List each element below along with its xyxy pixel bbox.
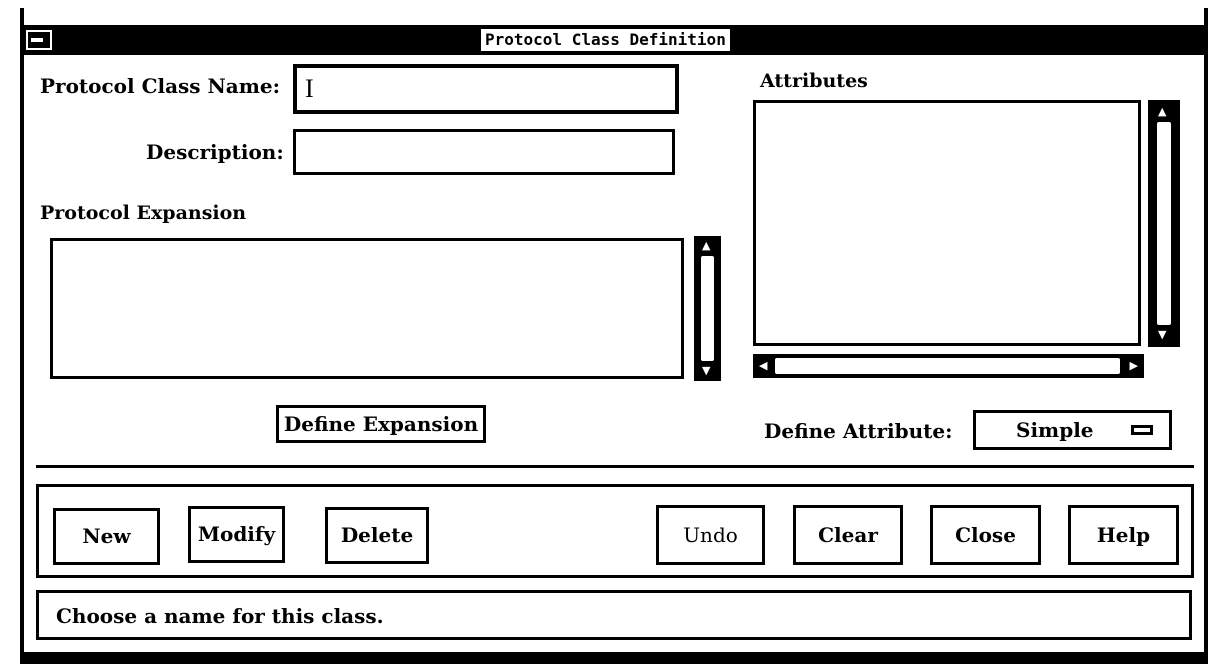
protocol-expansion-heading: Protocol Expansion bbox=[40, 202, 247, 224]
protocol-expansion-list[interactable] bbox=[50, 238, 684, 379]
attributes-vertical-scrollbar[interactable]: ▲ ▼ bbox=[1148, 100, 1180, 347]
modify-button[interactable]: Modify bbox=[188, 506, 285, 563]
protocol-class-name-label: Protocol Class Name: bbox=[40, 74, 281, 98]
attributes-horizontal-scrollbar[interactable]: ◀ ▶ bbox=[753, 354, 1144, 378]
scrollbar-trough[interactable] bbox=[775, 358, 1120, 374]
description-input[interactable] bbox=[293, 129, 675, 175]
new-button[interactable]: New bbox=[53, 508, 160, 565]
option-menu-icon bbox=[1131, 425, 1153, 435]
divider bbox=[36, 465, 1194, 468]
arrow-up-icon[interactable]: ▲ bbox=[702, 240, 710, 252]
define-attribute-option-menu[interactable]: Simple bbox=[973, 410, 1172, 450]
delete-button[interactable]: Delete bbox=[325, 507, 429, 564]
scrollbar-trough[interactable] bbox=[701, 256, 714, 361]
protocol-expansion-scrollbar[interactable]: ▲ ▼ bbox=[694, 236, 721, 381]
help-button[interactable]: Help bbox=[1068, 505, 1179, 565]
arrow-left-icon[interactable]: ◀ bbox=[759, 360, 767, 372]
arrow-down-icon[interactable]: ▼ bbox=[702, 365, 710, 377]
window-title: Protocol Class Definition bbox=[481, 29, 730, 51]
undo-button[interactable]: Undo bbox=[656, 505, 765, 565]
protocol-class-name-input[interactable]: I bbox=[293, 64, 679, 114]
close-button[interactable]: Close bbox=[930, 505, 1041, 565]
text-cursor: I bbox=[305, 74, 314, 103]
window-bottom-border bbox=[20, 652, 1208, 664]
status-message: Choose a name for this class. bbox=[56, 604, 384, 628]
attributes-heading: Attributes bbox=[760, 70, 868, 92]
description-label: Description: bbox=[146, 140, 284, 164]
arrow-right-icon[interactable]: ▶ bbox=[1130, 360, 1138, 372]
scrollbar-trough[interactable] bbox=[1157, 122, 1171, 325]
arrow-up-icon[interactable]: ▲ bbox=[1158, 106, 1166, 118]
arrow-down-icon[interactable]: ▼ bbox=[1158, 329, 1166, 341]
window-menu-glyph bbox=[31, 38, 43, 42]
define-attribute-label: Define Attribute: bbox=[764, 419, 953, 443]
define-attribute-selected: Simple bbox=[1016, 418, 1094, 442]
define-expansion-button[interactable]: Define Expansion bbox=[276, 405, 486, 443]
attributes-list[interactable] bbox=[753, 100, 1141, 346]
clear-button[interactable]: Clear bbox=[793, 505, 903, 565]
